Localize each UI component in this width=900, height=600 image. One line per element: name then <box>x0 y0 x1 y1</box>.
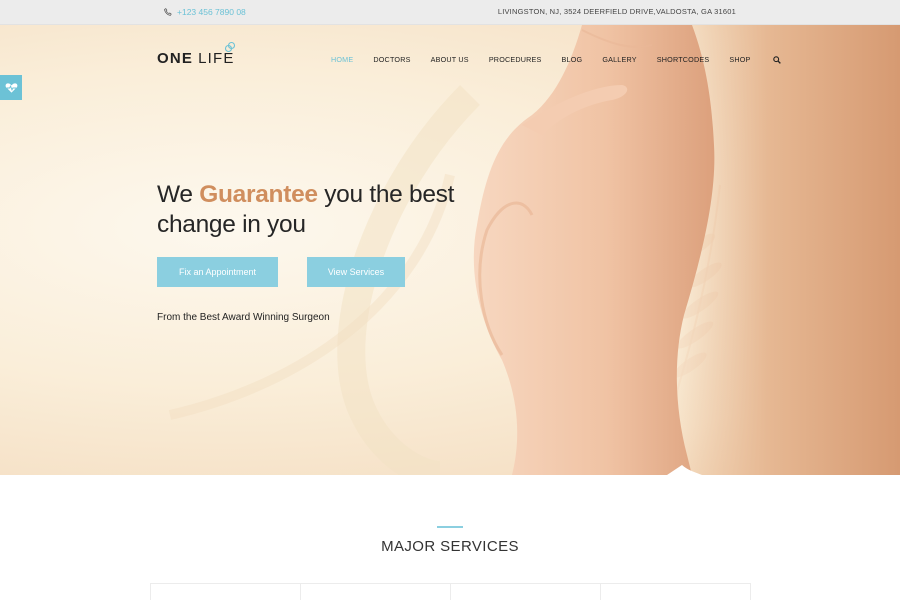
service-card[interactable] <box>301 584 451 600</box>
headline-emphasis: Guarantee <box>199 181 318 208</box>
section-divider <box>437 526 463 528</box>
main-nav: HOME DOCTORS ABOUT US PROCEDURES BLOG GA… <box>331 55 781 64</box>
top-bar: +123 456 7890 08 LIVINGSTON, NJ, 3524 DE… <box>0 0 900 25</box>
nav-item-gallery[interactable]: GALLERY <box>602 55 636 64</box>
hero-banner <box>0 25 900 475</box>
search-icon[interactable] <box>772 55 781 64</box>
phone-contact[interactable]: +123 456 7890 08 <box>164 7 246 17</box>
headline-pre: We <box>157 181 193 208</box>
service-card[interactable] <box>451 584 601 600</box>
logo-rings-icon <box>224 41 236 53</box>
hero-model-image <box>473 25 715 475</box>
nav-item-shop[interactable]: SHOP <box>729 55 750 64</box>
services-grid <box>150 583 751 600</box>
site-logo[interactable]: ONE LIFE <box>157 41 236 67</box>
heart-pulse-icon <box>5 82 17 93</box>
service-card[interactable] <box>601 584 750 600</box>
phone-number[interactable]: +123 456 7890 08 <box>177 7 246 17</box>
hero-tagline: From the Best Award Winning Surgeon <box>157 312 330 323</box>
logo-text-one: ONE <box>157 50 194 67</box>
nav-item-shortcodes[interactable]: SHORTCODES <box>657 55 710 64</box>
nav-item-blog[interactable]: BLOG <box>562 55 583 64</box>
address-text: LIVINGSTON, NJ, 3524 DEERFIELD DRIVE,VAL… <box>497 7 736 16</box>
headline-line2: change in you <box>157 211 306 238</box>
service-card[interactable] <box>151 584 301 600</box>
hero-headline: We Guarantee you the best change in you <box>157 180 454 240</box>
nav-item-procedures[interactable]: PROCEDURES <box>489 55 542 64</box>
phone-icon <box>164 8 172 16</box>
headline-post: you the best <box>324 181 455 208</box>
side-widget-tab[interactable] <box>0 75 22 100</box>
view-services-button[interactable]: View Services <box>307 257 405 287</box>
fix-appointment-button[interactable]: Fix an Appointment <box>157 257 278 287</box>
nav-item-doctors[interactable]: DOCTORS <box>373 55 410 64</box>
section-title: MAJOR SERVICES <box>381 538 519 555</box>
nav-item-about-us[interactable]: ABOUT US <box>431 55 469 64</box>
nav-item-home[interactable]: HOME <box>331 55 353 64</box>
